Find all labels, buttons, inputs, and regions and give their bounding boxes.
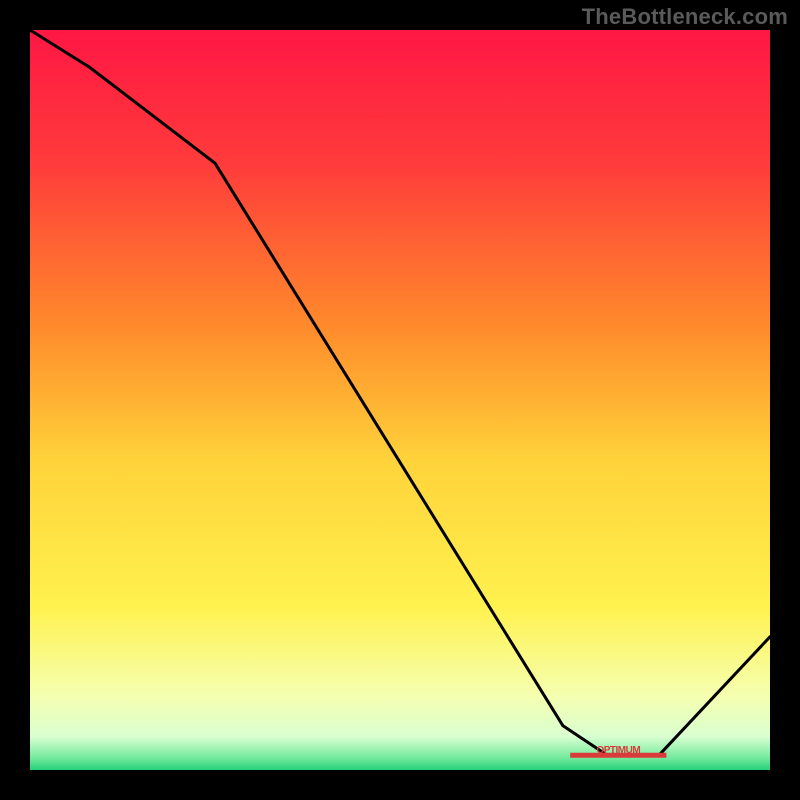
gradient-background bbox=[30, 30, 770, 770]
optimum-annotation: OPTIMUM bbox=[596, 745, 640, 756]
plot-area: OPTIMUM bbox=[30, 30, 770, 770]
chart-svg bbox=[30, 30, 770, 770]
chart-frame: TheBottleneck.com OPTIMUM bbox=[0, 0, 800, 800]
watermark-text: TheBottleneck.com bbox=[582, 4, 788, 30]
